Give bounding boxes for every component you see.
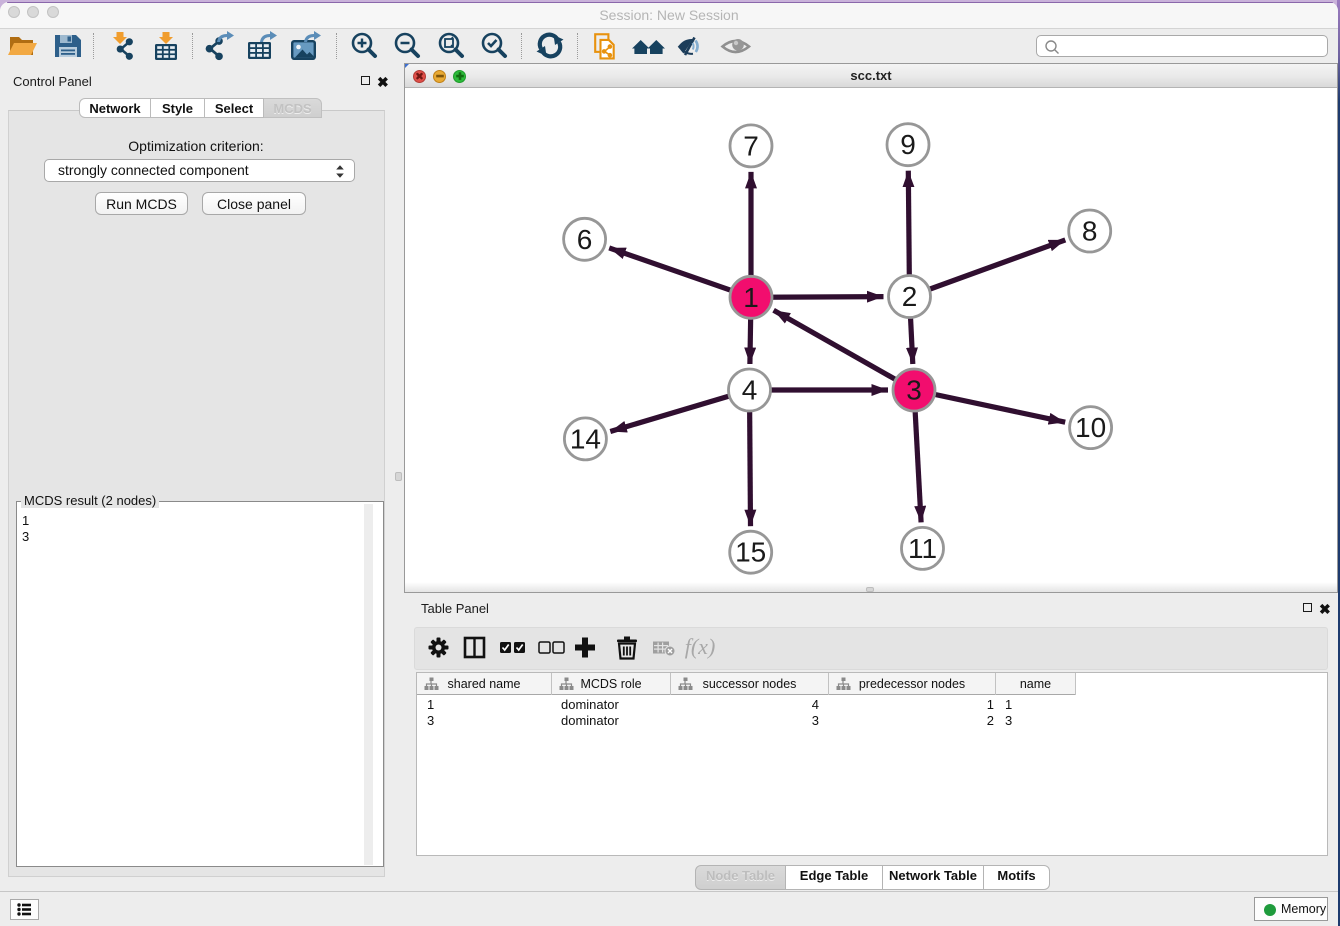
- svg-text:15: 15: [735, 537, 766, 568]
- svg-text:2: 2: [902, 281, 918, 312]
- svg-text:3: 3: [906, 375, 922, 406]
- svg-text:f(x): f(x): [685, 634, 716, 659]
- svg-text:8: 8: [1082, 216, 1098, 247]
- svg-text:1: 1: [743, 282, 759, 313]
- svg-text:6: 6: [577, 224, 593, 255]
- svg-text:10: 10: [1075, 412, 1106, 443]
- svg-text:9: 9: [900, 129, 916, 160]
- svg-text:14: 14: [570, 423, 601, 454]
- svg-text:4: 4: [742, 375, 758, 406]
- svg-text:11: 11: [908, 533, 937, 564]
- svg-text:7: 7: [743, 130, 759, 161]
